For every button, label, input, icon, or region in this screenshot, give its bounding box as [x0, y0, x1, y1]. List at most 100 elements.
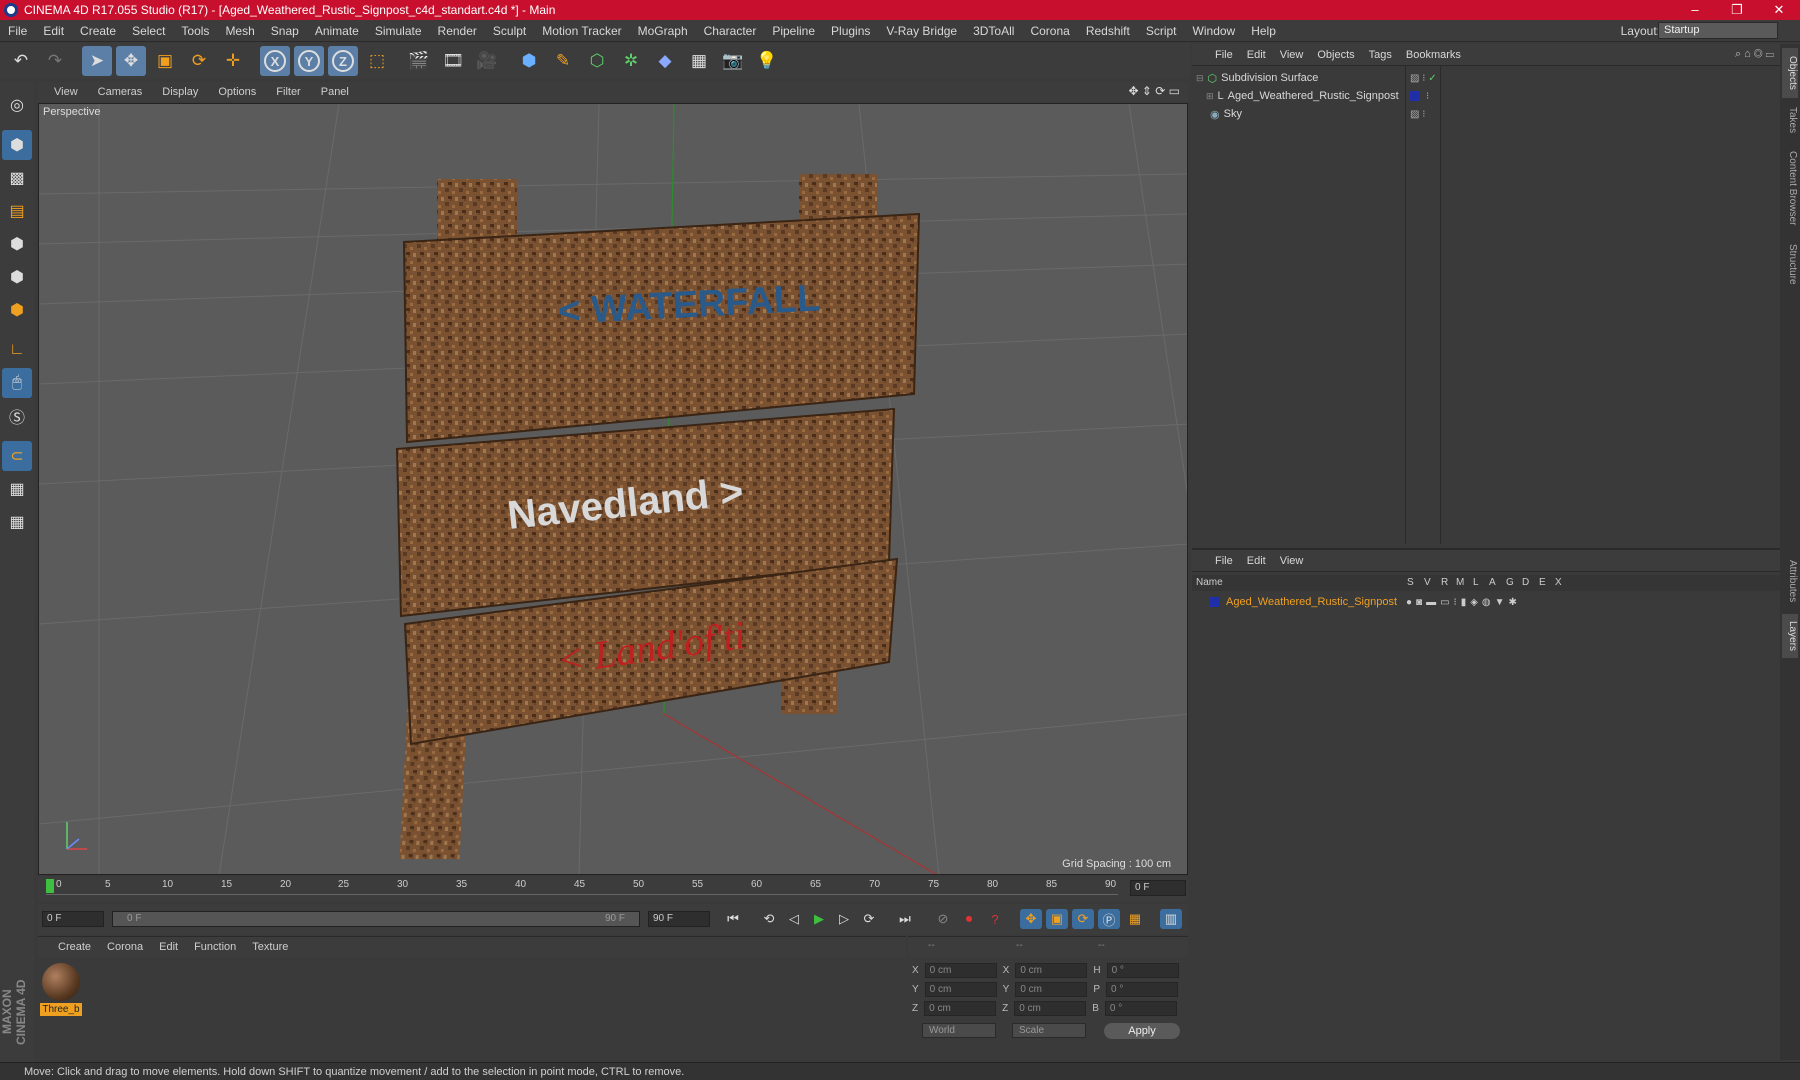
menu-animate[interactable]: Animate — [307, 24, 367, 38]
column-animation[interactable]: A — [1489, 577, 1496, 588]
material-menu-create[interactable]: Create — [50, 941, 99, 953]
menu-window[interactable]: Window — [1185, 24, 1244, 38]
om-menu-bookmarks[interactable]: Bookmarks — [1399, 49, 1468, 61]
position-y-field[interactable]: 0 cm — [924, 982, 997, 997]
rotate-tool-icon[interactable]: ⟳ — [184, 46, 214, 76]
menu-help[interactable]: Help — [1243, 24, 1284, 38]
key-rotation-icon[interactable]: ⟳ — [1072, 909, 1094, 929]
position-x-field[interactable]: 0 cm — [924, 963, 997, 978]
pen-spline-icon[interactable]: ✎ — [548, 46, 578, 76]
z-axis-toggle[interactable]: Z — [328, 46, 358, 76]
column-generators[interactable]: G — [1506, 577, 1514, 588]
om-menu-file[interactable]: File — [1208, 49, 1240, 61]
record-keys-icon[interactable]: ⊘ — [932, 909, 954, 929]
om-menu-tags[interactable]: Tags — [1362, 49, 1399, 61]
key-pla-icon[interactable]: ▦ — [1124, 909, 1146, 929]
menu-plugins[interactable]: Plugins — [823, 24, 878, 38]
subdivision-surface-icon[interactable]: ⬡ — [582, 46, 612, 76]
object-row[interactable]: ◉ Sky ▨ ⁝ — [1192, 105, 1780, 123]
start-frame-field[interactable]: 0 F — [42, 911, 104, 927]
layer-color-swatch[interactable] — [1410, 91, 1420, 101]
lm-menu-edit[interactable]: Edit — [1240, 555, 1273, 567]
object-row[interactable]: ⊟ ⬡ Subdivision Surface ▨ ⁝ ✓ — [1192, 69, 1780, 87]
menu-select[interactable]: Select — [124, 24, 173, 38]
position-z-field[interactable]: 0 cm — [924, 1001, 997, 1016]
render-settings-icon[interactable]: 🎥 — [472, 46, 502, 76]
close-button[interactable]: ✕ — [1758, 0, 1800, 20]
object-row[interactable]: ⊞ L Aged_Weathered_Rustic_Signpost ⁝ — [1192, 87, 1780, 105]
previous-keyframe-icon[interactable]: ⟲ — [758, 909, 780, 929]
column-solo[interactable]: S — [1407, 577, 1414, 588]
viewport-menu-options[interactable]: Options — [208, 86, 266, 98]
coordinate-system-icon[interactable]: ⬚ — [362, 46, 392, 76]
viewport-menu-view[interactable]: View — [44, 86, 88, 98]
scale-tool-icon[interactable]: ▣ — [150, 46, 180, 76]
x-axis-toggle[interactable]: X — [260, 46, 290, 76]
column-manager[interactable]: M — [1456, 577, 1464, 588]
transform-tool-icon[interactable]: ✛ — [218, 46, 248, 76]
tab-structure[interactable]: Structure — [1782, 238, 1798, 290]
menu-3dtoall[interactable]: 3DToAll — [965, 24, 1022, 38]
menu-edit[interactable]: Edit — [35, 24, 72, 38]
column-deformers[interactable]: D — [1522, 577, 1529, 588]
object-visibility-icon[interactable]: ▨ ⁝ ✓ — [1410, 73, 1437, 84]
size-y-field[interactable]: 0 cm — [1015, 982, 1088, 997]
polygons-mode-icon[interactable]: ⬢ — [2, 295, 32, 325]
layout-select[interactable]: Startup — [1658, 22, 1778, 39]
menu-pipeline[interactable]: Pipeline — [764, 24, 823, 38]
deformer-icon[interactable]: ◆ — [650, 46, 680, 76]
menu-tools[interactable]: Tools — [173, 24, 217, 38]
size-z-field[interactable]: 0 cm — [1014, 1001, 1087, 1016]
frame-range-slider[interactable]: 0 F 90 F — [112, 911, 640, 927]
end-frame-field[interactable]: 90 F — [648, 911, 710, 927]
menu-mesh[interactable]: Mesh — [217, 24, 262, 38]
points-mode-icon[interactable]: ⬢ — [2, 229, 32, 259]
maximize-button[interactable]: ❐ — [1716, 0, 1758, 20]
om-menu-edit[interactable]: Edit — [1240, 49, 1273, 61]
redo-icon[interactable]: ↷ — [40, 46, 70, 76]
rotation-h-field[interactable]: 0 ° — [1106, 963, 1179, 978]
viewport-camera-label[interactable]: Perspective — [43, 106, 100, 118]
lm-menu-view[interactable]: View — [1273, 555, 1311, 567]
menu-corona[interactable]: Corona — [1022, 24, 1077, 38]
coord-mode-select[interactable]: World — [922, 1023, 996, 1038]
magnet-icon[interactable]: ⊂ — [2, 441, 32, 471]
model-mode-icon[interactable]: ⬢ — [2, 130, 32, 160]
layer-toggle-icons[interactable]: ●◙▬▭⁝▮◈◍▼✱ — [1406, 597, 1521, 608]
menu-snap[interactable]: Snap — [263, 24, 307, 38]
menu-mograph[interactable]: MoGraph — [630, 24, 696, 38]
column-xref[interactable]: X — [1555, 577, 1562, 588]
tab-attributes[interactable]: Attributes — [1782, 552, 1798, 610]
menu-motion-tracker[interactable]: Motion Tracker — [534, 24, 629, 38]
tab-content-browser[interactable]: Content Browser — [1782, 142, 1798, 234]
expand-icon[interactable]: ⊟ — [1196, 73, 1204, 84]
workplane-mode-icon[interactable]: ▤ — [2, 196, 32, 226]
select-arrow-icon[interactable]: ➤ — [82, 46, 112, 76]
undo-icon[interactable]: ↶ — [6, 46, 36, 76]
object-visibility-icon[interactable]: ⁝ — [1426, 91, 1429, 102]
key-scale-icon[interactable]: ▣ — [1046, 909, 1068, 929]
tab-layers[interactable]: Layers — [1782, 614, 1798, 658]
rotation-p-field[interactable]: 0 ° — [1106, 982, 1179, 997]
viewport-menu-display[interactable]: Display — [152, 86, 208, 98]
menu-script[interactable]: Script — [1138, 24, 1185, 38]
material-menu-texture[interactable]: Texture — [244, 941, 296, 953]
keyframe-selection-icon[interactable]: ? — [984, 909, 1006, 929]
om-menu-view[interactable]: View — [1273, 49, 1311, 61]
menu-sculpt[interactable]: Sculpt — [485, 24, 534, 38]
apply-button[interactable]: Apply — [1104, 1023, 1180, 1039]
layer-color-swatch[interactable] — [1210, 597, 1220, 607]
make-editable-icon[interactable]: ◎ — [2, 90, 32, 120]
material-menu-function[interactable]: Function — [186, 941, 244, 953]
menu-character[interactable]: Character — [696, 24, 765, 38]
size-x-field[interactable]: 0 cm — [1015, 963, 1088, 978]
coord-scale-select[interactable]: Scale — [1012, 1023, 1086, 1038]
menu-create[interactable]: Create — [72, 24, 124, 38]
edges-mode-icon[interactable]: ⬢ — [2, 262, 32, 292]
column-view[interactable]: V — [1424, 577, 1431, 588]
expand-icon[interactable]: ⊞ — [1206, 91, 1214, 102]
timeline-window-icon[interactable]: ▥ — [1160, 909, 1182, 929]
3d-viewport[interactable]: < WATERFALL Navedland > < Land'of'ti Per… — [38, 103, 1188, 875]
material-menu-corona[interactable]: Corona — [99, 941, 151, 953]
snap-icon[interactable]: Ⓢ — [2, 401, 32, 431]
